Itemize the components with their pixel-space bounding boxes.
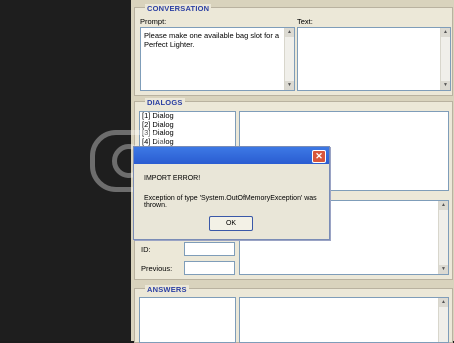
list-item[interactable]: [4] Dialog — [140, 137, 235, 147]
text-textarea[interactable]: ▲ ▼ — [297, 27, 451, 91]
conversation-legend: CONVERSATION — [145, 4, 212, 13]
prompt-value: Please make one available bag slot for a… — [144, 31, 280, 49]
conversation-group: CONVERSATION Prompt: Text: Please make o… — [134, 4, 453, 96]
close-icon[interactable]: ✕ — [312, 150, 326, 163]
prompt-textarea[interactable]: Please make one available bag slot for a… — [140, 27, 295, 91]
id-input[interactable] — [184, 242, 235, 256]
ok-button[interactable]: OK — [209, 216, 253, 231]
scroll-down-icon[interactable]: ▼ — [441, 81, 450, 90]
answers-group: ANSWERS ▲ — [134, 285, 453, 343]
left-pane — [0, 0, 131, 341]
text-label: Text: — [297, 17, 313, 26]
answers-list[interactable] — [139, 297, 236, 343]
error-heading: IMPORT ERROR! — [144, 175, 201, 182]
dialog-text-scrollbar[interactable]: ▲ ▼ — [438, 201, 448, 274]
prompt-label: Prompt: — [140, 17, 167, 26]
text-scrollbar[interactable]: ▲ ▼ — [440, 28, 450, 90]
answers-legend: ANSWERS — [145, 285, 189, 294]
scroll-down-icon[interactable]: ▼ — [439, 265, 448, 274]
prompt-scrollbar[interactable]: ▲ ▼ — [284, 28, 294, 90]
dialogs-legend: DIALOGS — [145, 98, 185, 107]
previous-input[interactable] — [184, 261, 235, 275]
scroll-up-icon[interactable]: ▲ — [439, 298, 448, 307]
scroll-up-icon[interactable]: ▲ — [439, 201, 448, 210]
answer-text-box[interactable]: ▲ — [239, 297, 449, 343]
answer-scrollbar[interactable]: ▲ — [438, 298, 448, 342]
dialog-titlebar[interactable]: ✕ — [134, 147, 329, 164]
scroll-down-icon[interactable]: ▼ — [285, 81, 294, 90]
error-message: Exception of type 'System.OutOfMemoryExc… — [144, 195, 317, 209]
scroll-up-icon[interactable]: ▲ — [441, 28, 450, 37]
scroll-up-icon[interactable]: ▲ — [285, 28, 294, 37]
id-label: ID: — [141, 245, 151, 254]
error-dialog: ✕ IMPORT ERROR! Exception of type 'Syste… — [133, 146, 330, 240]
previous-label: Previous: — [141, 264, 173, 273]
